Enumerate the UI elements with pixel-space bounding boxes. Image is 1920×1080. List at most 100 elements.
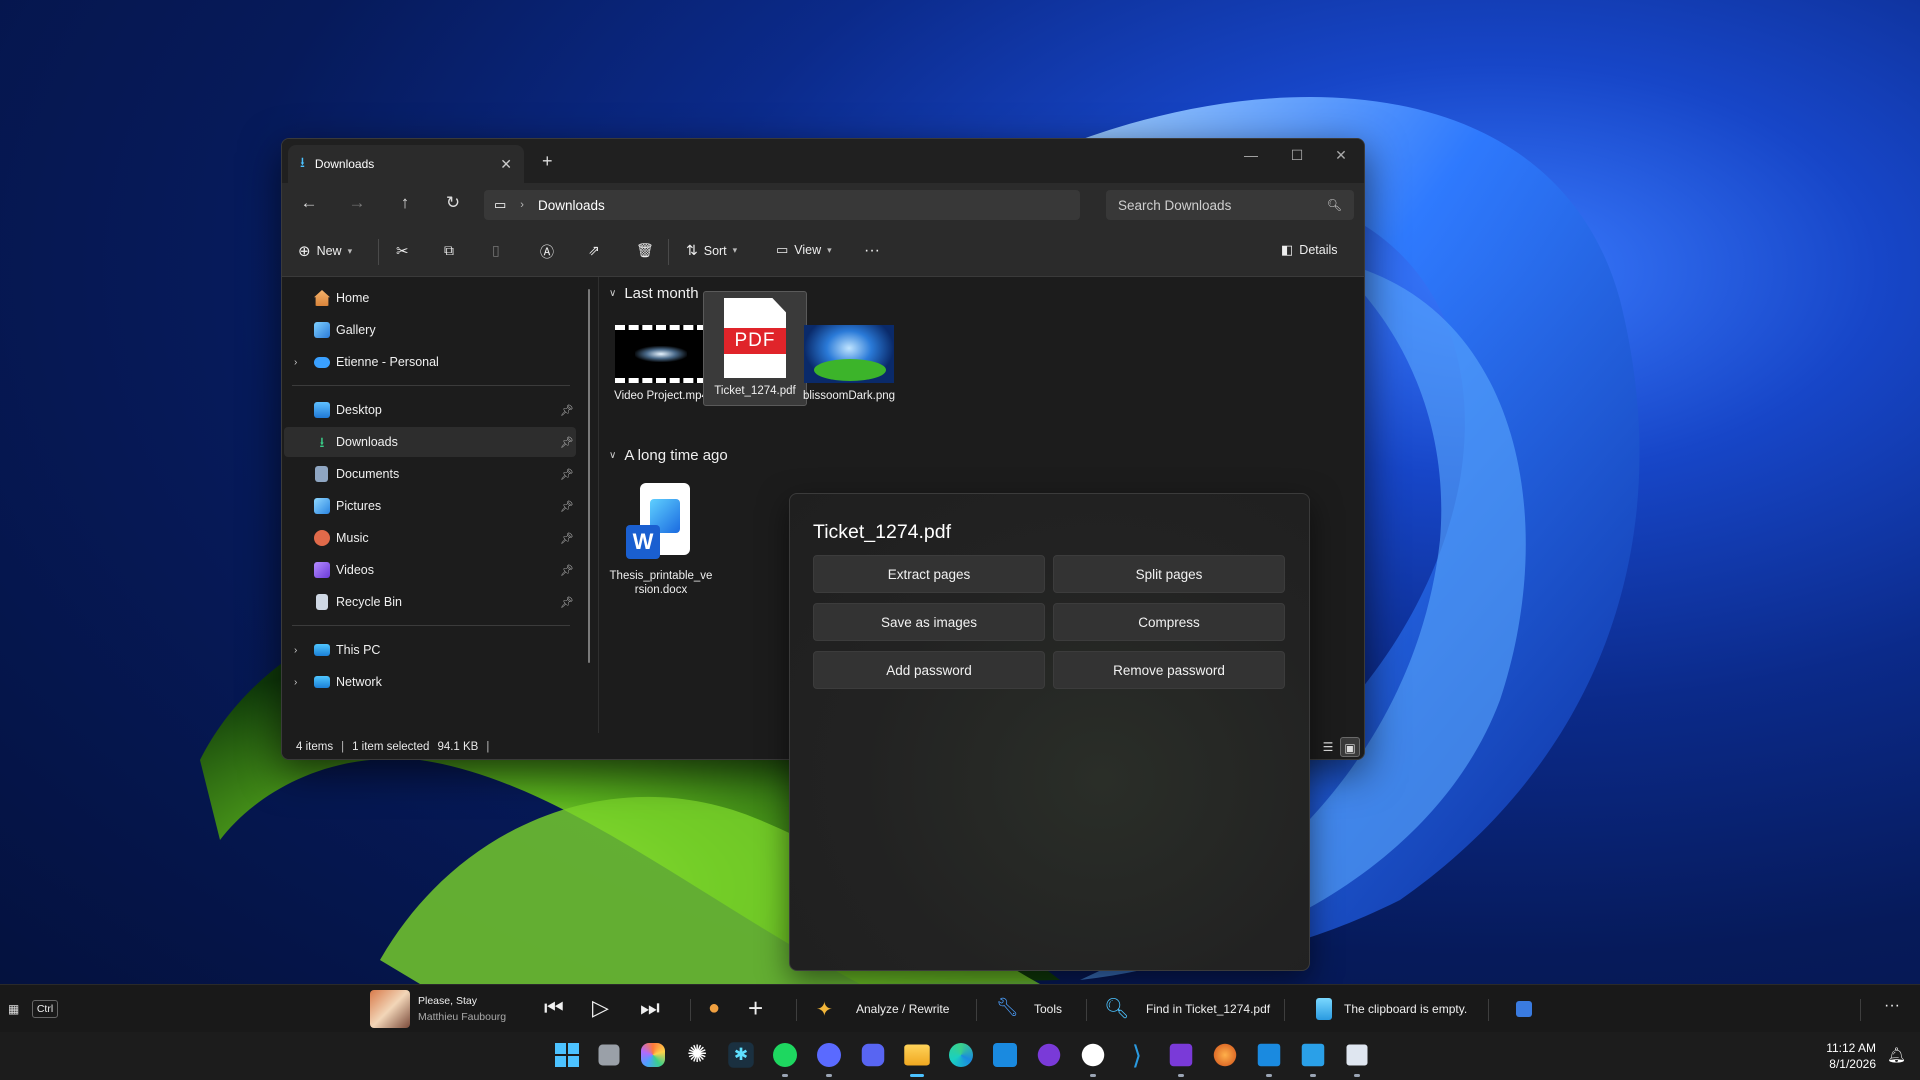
cut-button[interactable]: ✂ bbox=[396, 242, 409, 260]
remove-password-button[interactable]: Remove password bbox=[1053, 651, 1285, 689]
copilot-icon[interactable] bbox=[641, 1043, 665, 1067]
github-icon[interactable] bbox=[1081, 1043, 1105, 1067]
minimize-button[interactable]: — bbox=[1228, 147, 1274, 163]
network-icon bbox=[314, 676, 330, 688]
chevron-right-icon[interactable]: › bbox=[294, 357, 297, 368]
save-as-images-button[interactable]: Save as images bbox=[813, 603, 1045, 641]
group-header-long-ago[interactable]: ∨ A long time ago bbox=[609, 447, 728, 464]
app-icon[interactable] bbox=[1301, 1043, 1325, 1067]
sidebar-item-desktop[interactable]: Desktop 📌︎ bbox=[284, 395, 576, 425]
add-icon[interactable]: + bbox=[748, 993, 763, 1024]
sidebar-item-recycle-bin[interactable]: Recycle Bin 📌︎ bbox=[284, 587, 576, 617]
file-item-png[interactable]: blissoomDark.png bbox=[797, 317, 901, 421]
sidebar-item-home[interactable]: Home bbox=[284, 283, 576, 313]
paste-button[interactable]: ▯ bbox=[492, 242, 500, 259]
search-input[interactable]: Search Downloads 🔍︎ bbox=[1106, 190, 1354, 220]
magnifier-icon[interactable]: 🔍︎ bbox=[1104, 996, 1129, 1021]
store-icon[interactable] bbox=[1257, 1043, 1281, 1067]
chevron-down-icon: ▾ bbox=[827, 244, 832, 255]
file-item-docx[interactable]: W Thesis_printable_version.docx bbox=[609, 475, 713, 596]
outlook-icon[interactable] bbox=[993, 1043, 1017, 1067]
sort-button[interactable]: ⇅ Sort ▾ bbox=[686, 242, 737, 259]
sidebar-item-downloads[interactable]: ⭳ Downloads 📌︎ bbox=[284, 427, 576, 457]
back-button[interactable]: ← bbox=[294, 193, 324, 213]
tab-title: Downloads bbox=[314, 157, 375, 171]
file-item-pdf[interactable]: PDF Ticket_1274.pdf bbox=[703, 291, 807, 406]
details-view-button[interactable]: ☰ bbox=[1318, 737, 1338, 757]
find-in-file-button[interactable]: Find in Ticket_1274.pdf bbox=[1146, 1002, 1270, 1016]
play-icon[interactable]: ▷ bbox=[592, 995, 609, 1021]
clipboard-icon[interactable] bbox=[1316, 998, 1332, 1020]
sidebar-item-gallery[interactable]: Gallery bbox=[284, 315, 576, 345]
visual-studio-icon[interactable] bbox=[1169, 1043, 1193, 1067]
analyze-rewrite-button[interactable]: Analyze / Rewrite bbox=[856, 1002, 949, 1016]
sidebar-item-network[interactable]: › Network bbox=[284, 667, 576, 697]
tools-button[interactable]: Tools bbox=[1034, 1002, 1062, 1016]
messenger-icon[interactable] bbox=[817, 1043, 841, 1067]
split-pages-button[interactable]: Split pages bbox=[1053, 555, 1285, 593]
up-button[interactable]: ↑ bbox=[390, 193, 420, 213]
calendar-icon[interactable] bbox=[1516, 1001, 1532, 1017]
sidebar-item-music[interactable]: Music 📌︎ bbox=[284, 523, 576, 553]
chevron-right-icon[interactable]: › bbox=[294, 677, 297, 688]
ctrl-key[interactable]: Ctrl bbox=[32, 1000, 58, 1018]
grid-icon[interactable]: ▦ bbox=[8, 1002, 19, 1016]
sidebar-item-onedrive[interactable]: › Etienne - Personal bbox=[284, 347, 576, 377]
next-track-icon[interactable]: ⏭︎ bbox=[640, 995, 660, 1021]
refresh-button[interactable]: ↻ bbox=[438, 193, 468, 213]
separator bbox=[976, 999, 977, 1021]
share-button[interactable]: ⇗ bbox=[588, 242, 600, 259]
album-art[interactable] bbox=[370, 990, 410, 1028]
chatgpt-icon[interactable]: ✺ bbox=[682, 1040, 712, 1070]
new-button[interactable]: ⊕ New ▾ bbox=[298, 242, 352, 260]
delete-button[interactable]: 🗑︎ bbox=[636, 242, 654, 259]
app-icon[interactable] bbox=[1346, 1044, 1368, 1066]
file-item-video[interactable]: Video Project.mp4 bbox=[609, 317, 713, 421]
spotify-icon[interactable] bbox=[773, 1043, 797, 1067]
app-icon[interactable] bbox=[1213, 1043, 1237, 1067]
sidebar-item-videos[interactable]: Videos 📌︎ bbox=[284, 555, 576, 585]
details-button[interactable]: ◧ Details bbox=[1281, 242, 1338, 258]
sidebar-scrollbar[interactable] bbox=[588, 289, 590, 663]
paint-icon[interactable]: ● bbox=[708, 997, 720, 1020]
new-tab-button[interactable]: + bbox=[542, 151, 553, 172]
sidebar-item-this-pc[interactable]: › This PC bbox=[284, 635, 576, 665]
file-explorer-icon[interactable] bbox=[904, 1044, 930, 1066]
maximize-button[interactable]: ☐ bbox=[1274, 147, 1320, 164]
vscode-icon[interactable]: ⟩ bbox=[1122, 1040, 1152, 1070]
tab-downloads[interactable]: ⭳ Downloads ✕ bbox=[288, 145, 524, 183]
wrench-icon[interactable]: 🔧︎ bbox=[996, 997, 1019, 1018]
copy-button[interactable]: ⧉ bbox=[444, 242, 454, 259]
paste-icon: ▯ bbox=[492, 242, 500, 258]
notification-bell-icon[interactable]: 🔔︎ bbox=[1887, 1046, 1906, 1064]
task-view-icon[interactable] bbox=[598, 1044, 620, 1066]
chevron-right-icon: › bbox=[520, 199, 524, 211]
forward-button[interactable]: → bbox=[342, 193, 372, 213]
running-indicator bbox=[782, 1074, 788, 1077]
rename-icon: Ⓐ bbox=[540, 244, 554, 260]
sparkle-icon[interactable]: ✦ bbox=[816, 997, 833, 1022]
sidebar-divider bbox=[292, 625, 570, 626]
sidebar-item-documents[interactable]: Documents 📌︎ bbox=[284, 459, 576, 489]
discord-icon[interactable] bbox=[861, 1043, 885, 1067]
compress-button[interactable]: Compress bbox=[1053, 603, 1285, 641]
system-clock[interactable]: 11:12 AM 8/1/2026 bbox=[1826, 1040, 1876, 1072]
close-window-button[interactable]: ✕ bbox=[1318, 147, 1364, 164]
chevron-right-icon[interactable]: › bbox=[294, 645, 297, 656]
app-icon[interactable] bbox=[1037, 1043, 1061, 1067]
add-password-button[interactable]: Add password bbox=[813, 651, 1045, 689]
rename-button[interactable]: Ⓐ bbox=[540, 242, 554, 262]
group-header-last-month[interactable]: ∨ Last month bbox=[609, 285, 699, 302]
start-icon[interactable] bbox=[552, 1040, 582, 1070]
app-icon[interactable]: ✱ bbox=[728, 1042, 754, 1068]
sidebar-item-pictures[interactable]: Pictures 📌︎ bbox=[284, 491, 576, 521]
more-options-button[interactable]: ··· bbox=[864, 242, 880, 260]
close-tab-icon[interactable]: ✕ bbox=[500, 156, 512, 173]
extract-pages-button[interactable]: Extract pages bbox=[813, 555, 1045, 593]
large-icons-view-button[interactable]: ▣ bbox=[1340, 737, 1360, 757]
ellipsis-icon[interactable]: ··· bbox=[1884, 997, 1900, 1015]
address-bar[interactable]: ▭ › Downloads bbox=[484, 190, 1080, 220]
previous-track-icon[interactable]: ⏮︎ bbox=[544, 995, 564, 1021]
view-button[interactable]: ▭ View ▾ bbox=[776, 242, 832, 258]
edge-icon[interactable] bbox=[949, 1043, 973, 1067]
